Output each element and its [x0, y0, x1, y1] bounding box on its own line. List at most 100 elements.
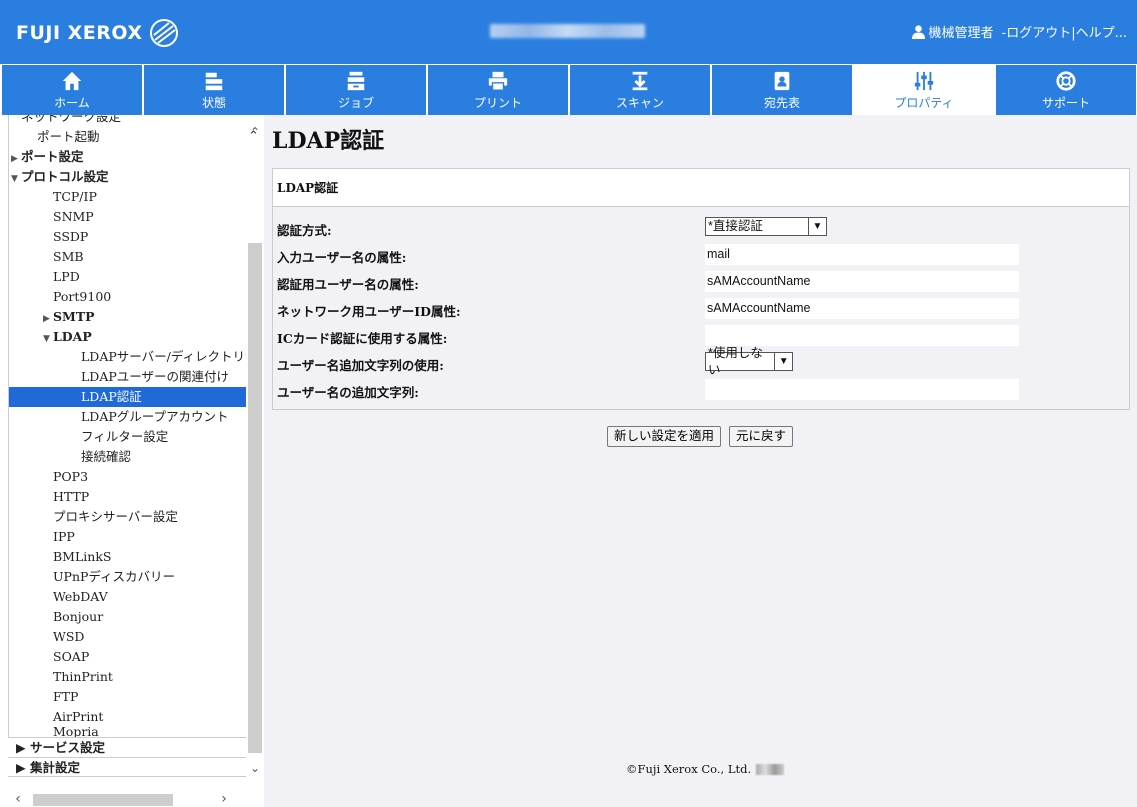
collapse-chevron-icon[interactable]: ⌃: [248, 129, 259, 144]
field-label: ネットワーク用ユーザーID属性:: [277, 304, 461, 319]
field-auth-method: 認証方式: *直接認証 ▼: [277, 217, 1127, 239]
sidebar-item[interactable]: LPD: [9, 267, 246, 287]
sidebar-item-label: LDAPサーバー/ディレクトリサービス: [81, 349, 246, 364]
tab-home[interactable]: ホーム: [0, 65, 143, 115]
tab-scan[interactable]: スキャン: [569, 65, 711, 115]
sidebar-item[interactable]: BMLinkS: [9, 547, 246, 567]
sidebar-item[interactable]: Mopria: [9, 722, 246, 737]
ic-card-attr-input[interactable]: [705, 325, 1019, 346]
settings-tree: ネットワーク設定ポート起動 ▶ ポート設定 ▼ プロトコル設定 TCP/IP SNMP SSD…: [8, 115, 246, 737]
h-scroll-thumb[interactable]: [33, 794, 173, 806]
sidebar-item[interactable]: ポート起動: [9, 127, 246, 147]
field-label: ICカード認証に使用する属性:: [277, 331, 448, 346]
sidebar-item[interactable]: プロキシサーバー設定: [9, 507, 246, 527]
tab-label: ホーム: [54, 95, 90, 110]
sidebar-item[interactable]: ネットワーク設定: [9, 115, 246, 127]
sidebar-item[interactable]: HTTP: [9, 487, 246, 507]
printer-status-icon: [205, 72, 223, 90]
logout-link[interactable]: -ログアウト|: [1002, 22, 1076, 41]
sidebar-item-label: BMLinkS: [53, 549, 112, 564]
sidebar-item[interactable]: ▶ SMTP: [9, 307, 246, 327]
tab-label: 状態: [201, 95, 226, 110]
collapse-arrow-icon[interactable]: ▼: [11, 169, 21, 187]
sidebar-item[interactable]: LDAPグループアカウント: [9, 407, 246, 427]
sidebar-item[interactable]: IPP: [9, 527, 246, 547]
sidebar-item[interactable]: ▶ ポート設定: [9, 147, 246, 167]
ldap-auth-panel: LDAP認証 認証方式: *直接認証 ▼ 入力ユーザー名の属性: mail 認証…: [272, 168, 1130, 410]
xerox-globe-icon: [149, 19, 178, 47]
sidebar-item[interactable]: Bonjour: [9, 607, 246, 627]
select-value: *直接認証: [708, 219, 763, 233]
sidebar-item-label: フィルター設定: [81, 429, 169, 444]
expand-arrow-icon[interactable]: ▶: [11, 149, 21, 167]
sidebar-item[interactable]: ThinPrint: [9, 667, 246, 687]
scan-icon: [632, 71, 648, 90]
scroll-right-icon[interactable]: ›: [216, 791, 232, 807]
sidebar-item[interactable]: FTP: [9, 687, 246, 707]
tab-print[interactable]: プリント: [427, 65, 569, 115]
sidebar-item-label: Port9100: [53, 289, 112, 304]
field-label: 認証用ユーザー名の属性:: [277, 277, 419, 292]
tab-support[interactable]: サポート: [995, 65, 1137, 115]
tab-label: プリント: [473, 95, 522, 110]
sidebar-item[interactable]: UPnPディスカバリー: [9, 567, 246, 587]
apply-settings-button[interactable]: 新しい設定を適用: [607, 426, 722, 447]
scroll-thumb[interactable]: [248, 243, 262, 753]
network-userid-attr-input[interactable]: sAMAccountName: [705, 298, 1019, 319]
sidebar-item[interactable]: SSDP: [9, 227, 246, 247]
input-username-attr-input[interactable]: mail: [705, 244, 1019, 265]
tab-label: ジョブ: [337, 95, 374, 110]
scroll-left-icon[interactable]: ‹: [10, 791, 26, 807]
sidebar-item[interactable]: TCP/IP: [9, 187, 246, 207]
tab-label: スキャン: [615, 95, 664, 110]
sidebar-item[interactable]: LDAPユーザーの関連付け: [9, 367, 246, 387]
tab-jobs[interactable]: ジョブ: [285, 65, 427, 115]
sidebar-item-service-settings[interactable]: ▶ サービス設定: [8, 737, 246, 757]
sidebar-item[interactable]: 接続確認: [9, 447, 246, 467]
auth-username-attr-input[interactable]: sAMAccountName: [705, 271, 1019, 292]
field-label: 入力ユーザー名の属性:: [277, 250, 407, 265]
sidebar-item[interactable]: ▼ LDAP: [9, 327, 246, 347]
collapse-arrow-icon[interactable]: ▼: [43, 329, 53, 347]
username-suffix-use-select[interactable]: *使用しない ▼: [705, 346, 793, 377]
tab-label: プロパティ: [894, 95, 954, 110]
sidebar-item-label: FTP: [53, 689, 79, 704]
sidebar-item[interactable]: WSD: [9, 627, 246, 647]
field-ic-card-attr: ICカード認証に使用する属性:: [277, 325, 1127, 347]
sidebar-item[interactable]: POP3: [9, 467, 246, 487]
sidebar-item[interactable]: SMB: [9, 247, 246, 267]
sidebar-item[interactable]: Port9100: [9, 287, 246, 307]
sidebar-item[interactable]: WebDAV: [9, 587, 246, 607]
sidebar-item-label: TCP/IP: [53, 189, 97, 204]
scroll-down-icon[interactable]: ⌄: [248, 761, 262, 775]
tab-properties[interactable]: プロパティ: [853, 65, 995, 115]
auth-method-select[interactable]: *直接認証 ▼: [705, 217, 827, 236]
tab-address-book[interactable]: 宛先表: [711, 65, 853, 115]
sidebar-item-label: Bonjour: [53, 609, 104, 624]
sidebar-horizontal-scrollbar[interactable]: ‹ ›: [8, 791, 246, 807]
chevron-down-icon: ▼: [808, 218, 826, 235]
sidebar-item[interactable]: ▼ プロトコル設定: [9, 167, 246, 187]
expand-arrow-icon[interactable]: ▶: [43, 309, 53, 327]
sidebar-item[interactable]: フィルター設定: [9, 427, 246, 447]
sidebar-item-label: ネットワーク設定: [21, 115, 122, 124]
page-title: LDAP認証: [272, 128, 385, 154]
undo-button[interactable]: 元に戻す: [729, 426, 794, 447]
sidebar-item-accounting-settings[interactable]: ▶ 集計設定: [8, 757, 246, 777]
tab-status[interactable]: 状態: [143, 65, 285, 115]
main-content: ⌃ LDAP認証 LDAP認証 認証方式: *直接認証 ▼ 入力ユーザー名の属性…: [248, 115, 1137, 807]
sidebar-item[interactable]: SNMP: [9, 207, 246, 227]
sidebar-item[interactable]: LDAPサーバー/ディレクトリサービス: [9, 347, 246, 367]
help-link[interactable]: ヘルプ...: [1076, 22, 1127, 41]
field-label: ユーザー名の追加文字列:: [277, 385, 419, 400]
sidebar-item-label: IPP: [53, 529, 75, 544]
home-icon: [62, 71, 82, 90]
sidebar-item[interactable]: LDAP認証: [9, 387, 246, 407]
copyright-year-redacted: [756, 763, 785, 775]
field-username-suffix: ユーザー名の追加文字列:: [277, 379, 1127, 401]
user-icon: [911, 25, 925, 39]
sidebar-vertical-scrollbar[interactable]: ⌃ ⌄: [246, 115, 264, 791]
username-suffix-input[interactable]: [705, 379, 1019, 400]
sidebar-item[interactable]: SOAP: [9, 647, 246, 667]
sidebar-item-label: LPD: [53, 269, 80, 284]
